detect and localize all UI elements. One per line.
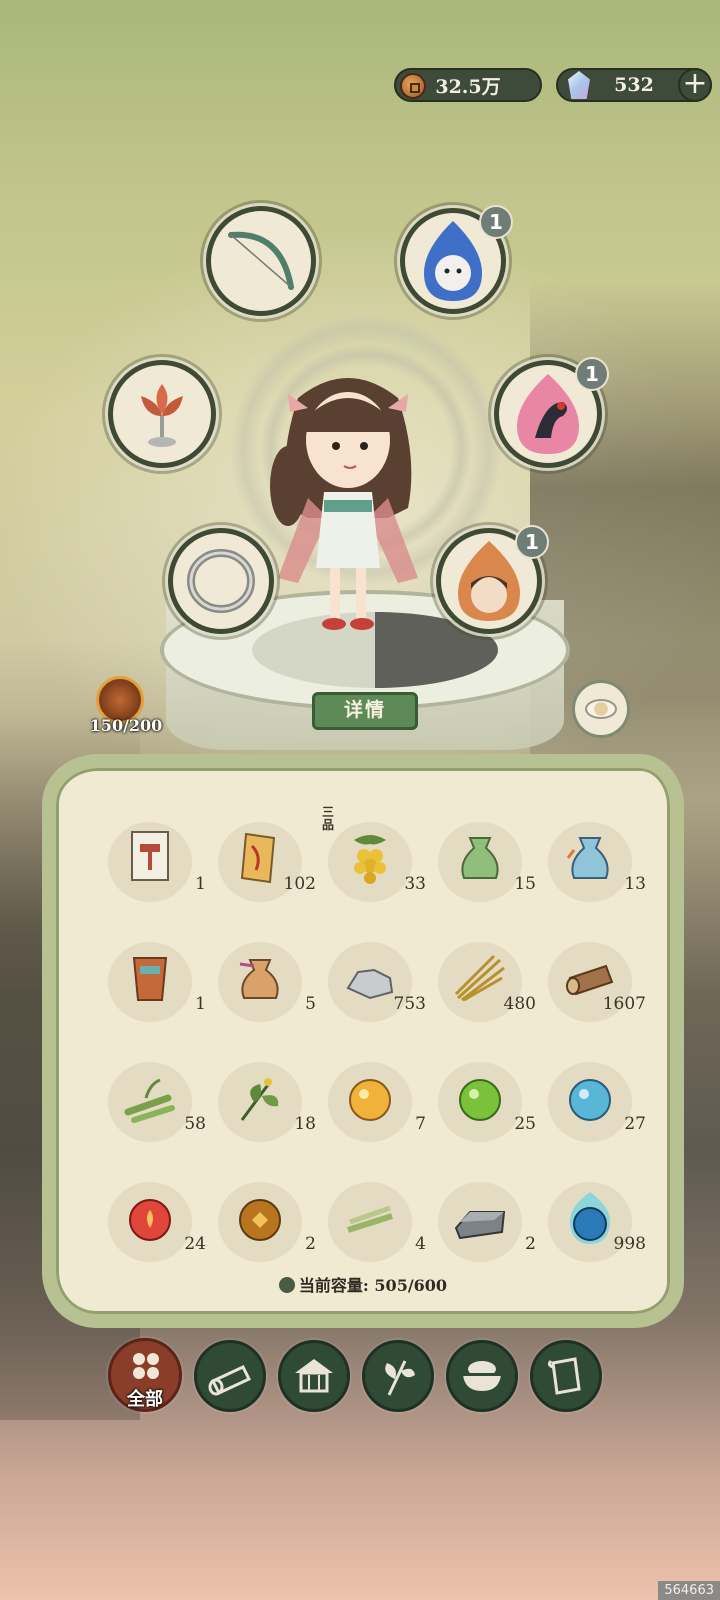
blue-orb-icon: [569, 1079, 611, 1121]
character-figure[interactable]: [268, 368, 428, 648]
item-count: 25: [514, 1114, 536, 1134]
crane-spirit-icon: [517, 374, 579, 454]
inventory-item[interactable]: 1607: [542, 932, 652, 1052]
hammer-card-icon: [131, 831, 169, 881]
inventory-item[interactable]: 1: [102, 812, 212, 932]
capacity-indicator: 当前容量: 505/600: [56, 1272, 670, 1296]
item-count: 1: [195, 874, 206, 894]
item-count: 2: [305, 1234, 316, 1254]
mask-token-icon: [132, 957, 168, 1001]
stamina-value: 150/200: [89, 716, 163, 735]
bamboo-strips-icon: [347, 1205, 393, 1233]
equipment-slot-ring[interactable]: [168, 528, 274, 634]
inventory-item[interactable]: 三品 33: [322, 806, 432, 932]
capacity-value: 505/600: [374, 1276, 448, 1295]
log-tab-icon: [208, 1365, 252, 1396]
stone-icon: [346, 968, 394, 1000]
inventory-item[interactable]: 13: [542, 812, 652, 932]
item-count: 480: [503, 994, 536, 1014]
item-count: 18: [294, 1114, 316, 1134]
equipment-slot-spirit-warrior[interactable]: 1: [436, 525, 549, 634]
watermark: 564663: [658, 1581, 720, 1600]
count-badge: 1: [479, 205, 513, 239]
inventory-item[interactable]: 480: [432, 932, 542, 1052]
tab-food[interactable]: [446, 1340, 518, 1412]
tab-herb[interactable]: [362, 1340, 434, 1412]
fire-orb-icon: [129, 1199, 171, 1241]
equipment-slot-spirit-blue[interactable]: 1: [400, 205, 513, 314]
inventory-item[interactable]: 753: [322, 932, 432, 1052]
item-count: 13: [624, 874, 646, 894]
coin-counter: 32.5万: [394, 68, 542, 102]
inventory-item[interactable]: 102: [212, 812, 322, 932]
inventory-item[interactable]: 15: [432, 812, 542, 932]
stamina-indicator[interactable]: 150/200: [90, 676, 162, 736]
item-count: 24: [184, 1234, 206, 1254]
brown-pouch-icon: [239, 959, 279, 999]
tab-all-label: 全部: [127, 1389, 163, 1410]
food-button[interactable]: [572, 680, 630, 738]
inventory-item[interactable]: 25: [432, 1052, 542, 1172]
inventory-item[interactable]: 5: [212, 932, 322, 1052]
rice-plate-icon: [585, 699, 617, 719]
straw-icon: [454, 954, 505, 1002]
scroll-tab-icon: [547, 1357, 581, 1395]
item-count: 102: [283, 874, 316, 894]
inventory-item[interactable]: 18: [212, 1052, 322, 1172]
scroll-icon: [240, 832, 276, 884]
blue-spirit-icon: [424, 221, 482, 301]
yellow-berries-icon: [354, 835, 386, 884]
item-count: 1607: [602, 994, 646, 1014]
green-orb-icon: [459, 1079, 501, 1121]
item-count: 33: [404, 874, 426, 894]
tab-scroll[interactable]: [530, 1340, 602, 1412]
lotus-icon: [141, 384, 183, 447]
count-badge: 1: [515, 525, 549, 559]
item-count: 5: [305, 994, 316, 1014]
inventory-item[interactable]: 7: [322, 1052, 432, 1172]
inventory-grid: 1 102 三品 33 15 13 1 5 753 480 1607 58 18…: [102, 806, 652, 1292]
coin-value: 32.5万: [435, 75, 501, 98]
equipment-slot-lotus[interactable]: [108, 360, 216, 468]
item-count: 4: [415, 1234, 426, 1254]
detail-button[interactable]: 详情: [312, 692, 418, 730]
blue-pouch-icon: [566, 837, 609, 879]
inventory-item[interactable]: 58: [102, 1052, 212, 1172]
warrior-spirit-icon: [458, 541, 520, 621]
equipment-slot-bow[interactable]: [206, 206, 316, 316]
storage-icon: [278, 1277, 295, 1293]
item-count: 58: [184, 1114, 206, 1134]
tab-wood[interactable]: [194, 1340, 266, 1412]
herb-icon: [240, 1078, 279, 1121]
inventory-item[interactable]: 27: [542, 1052, 652, 1172]
house-tab-icon: [295, 1359, 333, 1393]
tab-all[interactable]: 全部: [108, 1338, 182, 1412]
bamboo-icon: [124, 1078, 175, 1123]
equipment-slot-spirit-crane[interactable]: 1: [494, 357, 609, 468]
count-badge: 1: [575, 357, 609, 391]
bow-icon: [228, 231, 294, 290]
earth-orb-icon: [239, 1199, 281, 1241]
leaf-tab-icon: [385, 1360, 415, 1396]
inventory-panel: 1 102 三品 33 15 13 1 5 753 480 1607 58 18…: [42, 754, 684, 1328]
add-gems-button[interactable]: +: [678, 68, 712, 102]
blue-flame-orb-icon: [569, 1192, 611, 1244]
bowl-tab-icon: [461, 1361, 503, 1391]
yellow-orb-icon: [349, 1079, 391, 1121]
gem-counter: 532 +: [556, 68, 712, 102]
tab-building[interactable]: [278, 1340, 350, 1412]
inventory-item[interactable]: 1: [102, 932, 212, 1052]
item-count: 7: [415, 1114, 426, 1134]
item-count: 15: [514, 874, 536, 894]
item-count: 27: [624, 1114, 646, 1134]
ring-icon: [187, 549, 255, 613]
capacity-label: 当前容量:: [298, 1276, 369, 1295]
item-count: 1: [195, 994, 206, 1014]
iron-ingot-icon: [454, 1211, 506, 1240]
item-count: 998: [613, 1234, 646, 1254]
item-count: 2: [525, 1234, 536, 1254]
green-pouch-icon: [461, 837, 499, 879]
item-count: 753: [393, 994, 426, 1014]
item-grade: 三品: [322, 805, 335, 832]
